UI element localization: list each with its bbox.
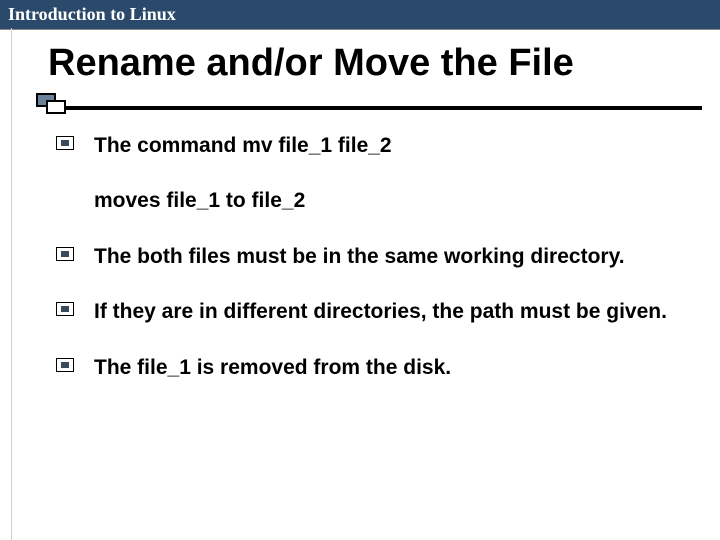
bullet-3-text: If they are in different directories, th… [94,300,667,323]
bullet-1-line2: moves file_1 to file_2 [94,186,690,215]
slide-title: Rename and/or Move the File [0,30,720,93]
bullet-icon [56,302,74,316]
bullet-4: The file_1 is removed from the disk. [56,353,690,382]
decor-line [66,106,702,110]
title-underline [36,93,702,113]
left-sidebar [0,28,12,540]
bullet-2-text: The both files must be in the same worki… [94,245,625,268]
bullet-2: The both files must be in the same worki… [56,242,690,271]
bullet-icon [56,247,74,261]
bullet-1-line1: The command mv file_1 file_2 [94,134,392,157]
bullet-3: If they are in different directories, th… [56,297,690,326]
bullet-1: The command mv file_1 file_2 moves file_… [56,131,690,216]
decor-box-front [46,100,66,114]
header-title: Introduction to Linux [8,4,176,24]
bullet-icon [56,358,74,372]
bullet-icon [56,136,74,150]
content-area: The command mv file_1 file_2 moves file_… [0,131,720,382]
bullet-4-text: The file_1 is removed from the disk. [94,356,451,379]
header-bar: Introduction to Linux [0,0,720,30]
